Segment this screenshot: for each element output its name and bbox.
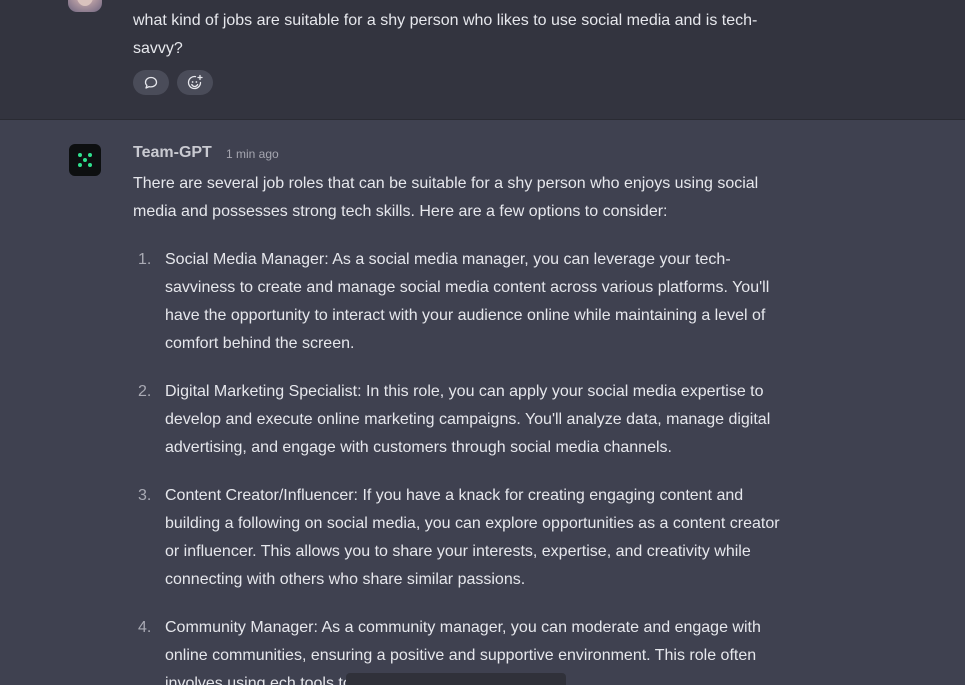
list-item-text: Social Media Manager: As a social media … (165, 251, 770, 352)
message-timestamp: 1 min ago (226, 147, 279, 161)
answer-intro: There are several job roles that can be … (133, 175, 759, 220)
list-item-number: 2. (138, 383, 152, 400)
list-item-text: Content Creator/Influencer: If you have … (165, 487, 780, 588)
author-name: Team-GPT (133, 144, 212, 161)
assistant-message: Team-GPT 1 min ago There are several job… (0, 120, 965, 685)
answer-list: 1. Social Media Manager: As a social med… (133, 246, 793, 685)
list-item: 3. Content Creator/Influencer: If you ha… (133, 482, 793, 594)
list-item-number: 3. (138, 487, 152, 504)
add-emoji-icon (187, 74, 203, 89)
add-reaction-button[interactable] (177, 70, 213, 95)
list-item-number: 4. (138, 619, 152, 636)
comment-button[interactable] (133, 70, 169, 95)
team-gpt-logo (69, 144, 101, 176)
speech-bubble-icon (144, 76, 158, 89)
list-item: 1. Social Media Manager: As a social med… (133, 246, 793, 358)
list-item-text: Digital Marketing Specialist: In this ro… (165, 383, 771, 456)
user-avatar (68, 0, 102, 12)
overlay-bar (346, 673, 566, 685)
user-message: what kind of jobs are suitable for a shy… (0, 0, 965, 120)
list-item: 2. Digital Marketing Specialist: In this… (133, 378, 793, 462)
list-item-number: 1. (138, 251, 152, 268)
user-message-text: what kind of jobs are suitable for a shy… (133, 12, 758, 57)
